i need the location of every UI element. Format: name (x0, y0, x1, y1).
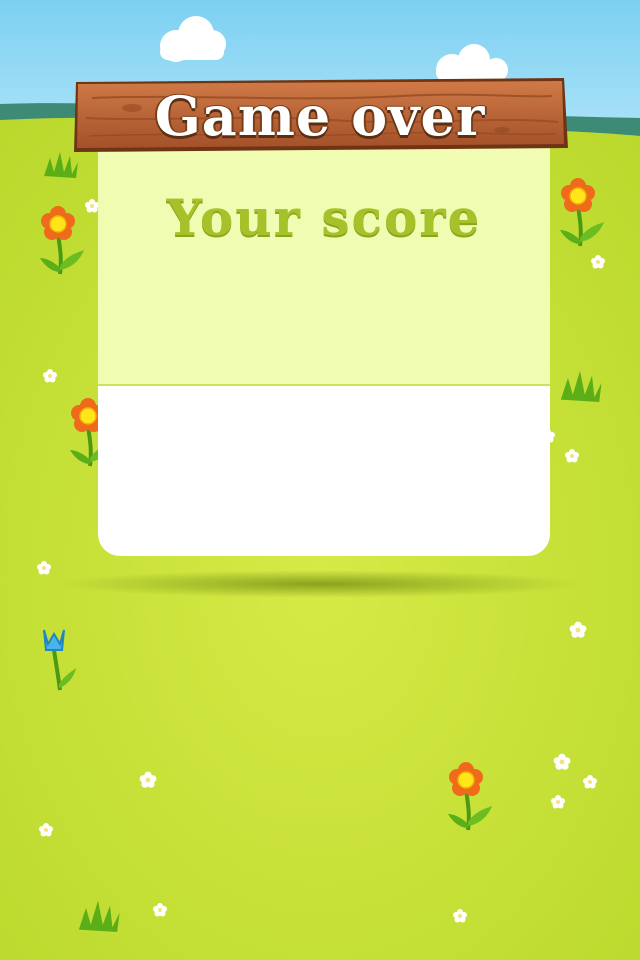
game-over-title: Game over (154, 84, 486, 148)
score-panel-header: Your score (98, 140, 550, 386)
game-over-sign: Game over (72, 78, 568, 152)
score-heading: Your score (166, 188, 482, 247)
score-panel: Your score (98, 140, 550, 556)
panel-shadow (60, 570, 580, 598)
score-panel-body (98, 386, 550, 556)
